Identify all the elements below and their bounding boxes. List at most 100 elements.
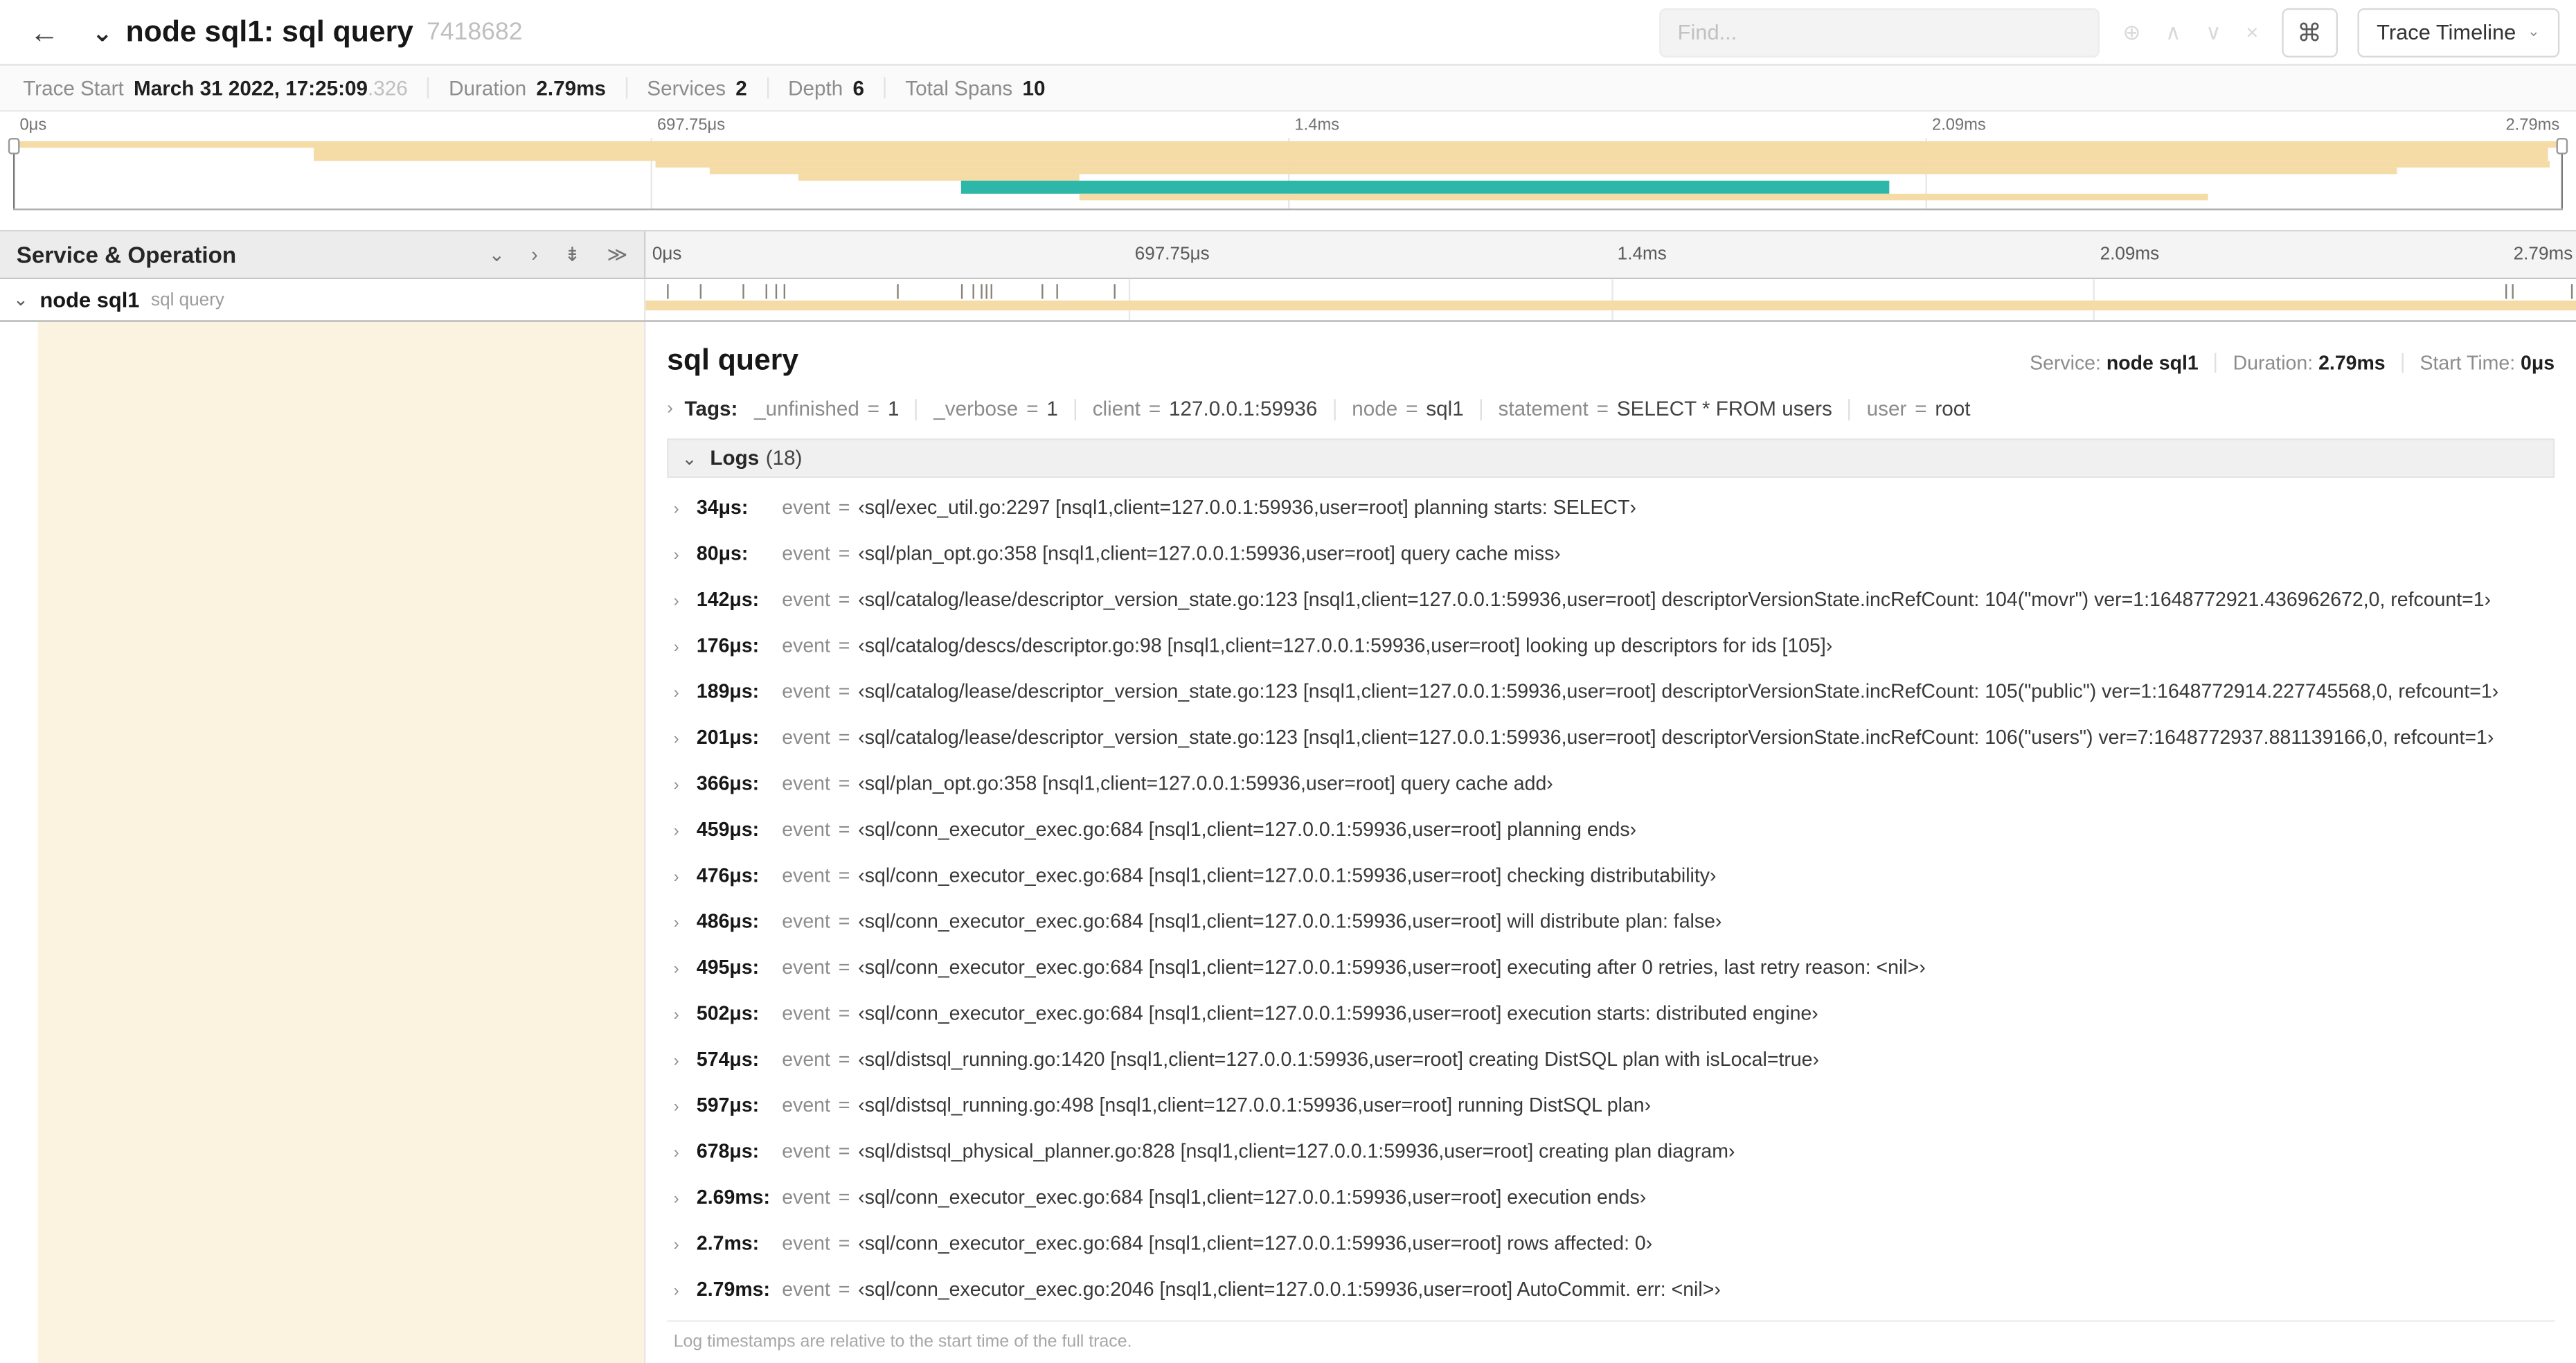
clear-search-icon[interactable]: × xyxy=(2246,19,2258,44)
divider xyxy=(625,77,627,99)
log-row[interactable]: › 34μs: event = ‹sql/exec_util.go:2297 [nsql… xyxy=(667,486,2555,532)
log-row[interactable]: › 142μs: event = ‹sql/catalog/lease/descript… xyxy=(667,578,2555,624)
log-row[interactable]: › 502μs: event = ‹sql/conn_executor_exec.go:… xyxy=(667,992,2555,1037)
equals-sign: = xyxy=(1406,397,1418,420)
tag-key: _unfinished xyxy=(754,397,859,420)
detail-start-time: Start Time: 0μs xyxy=(2420,351,2555,374)
log-row[interactable]: › 459μs: event = ‹sql/conn_executor_exec.go:… xyxy=(667,808,2555,854)
chevron-right-icon: › xyxy=(673,639,679,657)
log-entry: event = ‹sql/conn_executor_exec.go:684 [ns… xyxy=(782,866,1716,887)
minimap-span-bar xyxy=(12,141,2564,148)
log-row[interactable]: › 476μs: event = ‹sql/conn_executor_exec.go:… xyxy=(667,854,2555,900)
detail-duration: Duration: 2.79ms xyxy=(2233,351,2386,374)
equals-sign: = xyxy=(838,1095,850,1117)
collapse-all-icon[interactable]: ⇟ xyxy=(564,243,581,266)
equals-sign: = xyxy=(838,911,850,933)
log-marker xyxy=(980,284,982,299)
log-field-value: ‹sql/catalog/lease/descriptor_version_st… xyxy=(858,589,2492,612)
log-field-value: ‹sql/plan_opt.go:358 [nsql1,client=127.0… xyxy=(858,773,1553,795)
log-field-value: ‹sql/catalog/descs/descriptor.go:98 [nsq… xyxy=(858,635,1833,657)
log-field-key: event xyxy=(782,911,830,933)
log-timestamp: 201μs: xyxy=(696,726,760,749)
log-marker xyxy=(1113,284,1115,299)
chevron-right-icon: › xyxy=(673,914,679,933)
log-row[interactable]: › 176μs: event = ‹sql/catalog/descs/descript… xyxy=(667,624,2555,670)
equals-sign: = xyxy=(1915,397,1927,420)
log-row[interactable]: › 2.7ms: event = ‹sql/conn_executor_exec.go:… xyxy=(667,1222,2555,1267)
tag-item[interactable]: _verbose = 1 xyxy=(933,398,1058,420)
log-field-value: ‹sql/conn_executor_exec.go:684 [nsql1,cl… xyxy=(858,957,1926,979)
log-row[interactable]: › 597μs: event = ‹sql/distsql_running.go:498… xyxy=(667,1084,2555,1130)
collapse-one-icon[interactable]: ⌄ xyxy=(488,243,505,266)
chevron-right-icon: › xyxy=(673,684,679,703)
divider xyxy=(884,77,886,99)
log-field-key: event xyxy=(782,1095,830,1117)
span-name-column[interactable]: ⌄ node sql1 sql query xyxy=(0,279,646,321)
log-entry: event = ‹sql/catalog/lease/descriptor_vers… xyxy=(782,727,2494,749)
span-operation-name: sql query xyxy=(151,289,224,310)
chevron-right-icon: › xyxy=(673,592,679,612)
chevron-down-icon: ⌄ xyxy=(681,449,697,469)
focus-match-icon[interactable]: ⊕ xyxy=(2123,19,2141,45)
trace-view-selector[interactable]: Trace Timeline ⌄ xyxy=(2356,7,2560,57)
span-duration-bar[interactable] xyxy=(645,300,2576,311)
span-detail-header: sql query Service: node sql1 Duration: 2… xyxy=(667,344,2555,378)
chevron-right-icon: › xyxy=(673,546,679,565)
logs-header[interactable]: ⌄ Logs (18) xyxy=(667,438,2555,478)
log-row[interactable]: › 2.79ms: event = ‹sql/conn_executor_exec.go… xyxy=(667,1267,2555,1313)
expand-all-icon[interactable]: ≫ xyxy=(607,243,627,266)
log-entry: event = ‹sql/plan_opt.go:358 [nsql1,client… xyxy=(782,544,1561,565)
summary-label: Trace Start xyxy=(23,76,124,100)
log-field-value: ‹sql/conn_executor_exec.go:684 [nsql1,cl… xyxy=(858,911,1722,933)
summary-value: 2 xyxy=(735,76,747,100)
collapse-trace-chevron-icon[interactable]: ⌄ xyxy=(92,17,113,46)
log-timestamp: 678μs: xyxy=(696,1139,760,1163)
keyboard-shortcuts-button[interactable]: ⌘ xyxy=(2281,7,2338,57)
span-row-track[interactable] xyxy=(645,279,2576,321)
log-entry: event = ‹sql/conn_executor_exec.go:2046 [n… xyxy=(782,1279,1721,1301)
tag-item[interactable]: user = root xyxy=(1867,398,1971,420)
log-marker xyxy=(961,284,963,299)
summary-value: March 31 2022, 17:25:09 xyxy=(134,76,368,100)
minimap-scrubber-right[interactable] xyxy=(2556,138,2568,209)
log-field-key: event xyxy=(782,773,830,795)
tag-item[interactable]: statement = SELECT * FROM users xyxy=(1499,398,1832,420)
log-row[interactable]: › 486μs: event = ‹sql/conn_executor_exec.go:… xyxy=(667,900,2555,945)
tags-row[interactable]: › Tags: _unfinished = 1 _verbose = 1 client = 12… xyxy=(667,398,2555,420)
divider xyxy=(1848,398,1850,420)
log-row[interactable]: › 574μs: event = ‹sql/distsql_running.go:142… xyxy=(667,1038,2555,1084)
log-row[interactable]: › 366μs: event = ‹sql/plan_opt.go:358 [nsql1… xyxy=(667,762,2555,808)
log-row[interactable]: › 189μs: event = ‹sql/catalog/lease/descript… xyxy=(667,670,2555,715)
next-result-icon[interactable]: ∨ xyxy=(2206,19,2221,45)
log-row[interactable]: › 201μs: event = ‹sql/catalog/lease/descript… xyxy=(667,716,2555,762)
log-field-key: event xyxy=(782,635,830,657)
time-tick-label: 2.79ms xyxy=(2505,116,2560,135)
span-row[interactable]: ⌄ node sql1 sql query xyxy=(0,279,2576,322)
detail-start-value: 0μs xyxy=(2521,351,2555,375)
log-row[interactable]: › 80μs: event = ‹sql/plan_opt.go:358 [nsql1,… xyxy=(667,532,2555,578)
log-field-key: event xyxy=(782,543,830,565)
tag-item[interactable]: node = sql1 xyxy=(1352,398,1463,420)
minimap-scrubber-left[interactable] xyxy=(8,138,20,209)
divider xyxy=(1074,398,1076,420)
equals-sign: = xyxy=(1596,397,1609,420)
prev-result-icon[interactable]: ∧ xyxy=(2165,19,2181,45)
log-row[interactable]: › 678μs: event = ‹sql/distsql_physical_plann… xyxy=(667,1130,2555,1175)
log-field-value: ‹sql/plan_opt.go:358 [nsql1,client=127.0… xyxy=(858,543,1561,565)
span-collapse-icon[interactable]: ⌄ xyxy=(13,289,28,310)
log-marker xyxy=(782,284,785,299)
log-timestamp: 486μs: xyxy=(696,909,760,933)
back-button[interactable]: ← xyxy=(10,0,79,65)
tag-item[interactable]: client = 127.0.0.1:59936 xyxy=(1093,398,1318,420)
find-input[interactable] xyxy=(1659,7,2100,57)
service-operation-header: Service & Operation ⌄ › ⇟ ≫ xyxy=(0,231,646,278)
log-row[interactable]: › 495μs: event = ‹sql/conn_executor_exec.go:… xyxy=(667,946,2555,992)
summary-label: Duration xyxy=(449,76,527,100)
minimap-canvas[interactable] xyxy=(8,138,2568,211)
time-tick-label: 0μs xyxy=(19,116,47,135)
expand-one-icon[interactable]: › xyxy=(531,243,537,266)
log-row[interactable]: › 2.69ms: event = ‹sql/conn_executor_exec.go… xyxy=(667,1176,2555,1222)
tag-item[interactable]: _unfinished = 1 xyxy=(754,398,899,420)
summary-item: Duration 2.79ms xyxy=(449,76,606,99)
detail-service-value: node sql1 xyxy=(2106,351,2199,375)
